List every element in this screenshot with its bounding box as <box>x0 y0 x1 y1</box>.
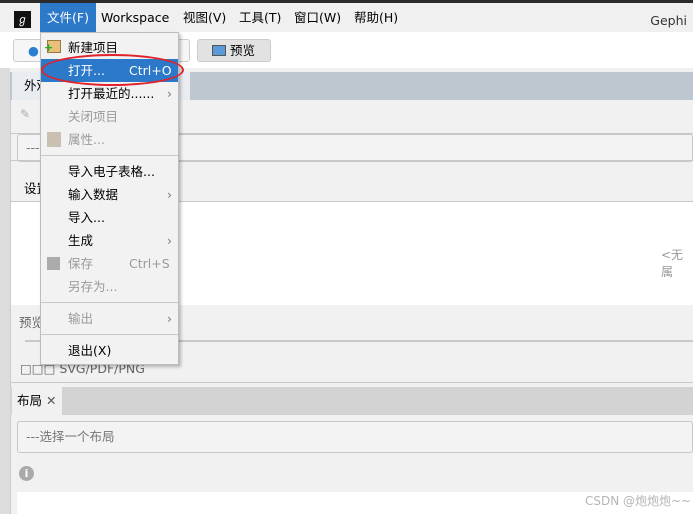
info-icon: i <box>19 466 34 481</box>
file-menu-item: 属性... <box>41 128 178 151</box>
menu-tools[interactable]: 工具(T) <box>232 3 288 32</box>
file-menu-item[interactable]: 导入... <box>41 206 178 229</box>
menu-item-label: 导入电子表格... <box>68 164 155 179</box>
file-menu-item[interactable]: 退出(X) <box>41 339 178 362</box>
menu-separator <box>41 155 178 156</box>
menu-item-label: 属性... <box>68 132 105 147</box>
file-menu-item[interactable]: 输入数据 › <box>41 183 178 206</box>
menu-item-label: 导入... <box>68 210 105 225</box>
menu-item-label: 保存 <box>68 256 94 271</box>
app-title: Gephi <box>650 13 687 28</box>
menu-item-label: 生成 <box>68 233 94 248</box>
chevron-right-icon: › <box>167 311 172 326</box>
menu-help[interactable]: 帮助(H) <box>347 3 405 32</box>
file-menu-item[interactable]: 导入电子表格... <box>41 160 178 183</box>
menu-item-label: 输入数据 <box>68 187 119 202</box>
menu-item-label: 另存为... <box>68 279 118 294</box>
menubar: ℊ 文件(F) Workspace 视图(V) 工具(T) 窗口(W) 帮助(H… <box>0 3 693 32</box>
watermark: CSDN @炮炮炮~~ <box>585 494 692 508</box>
menu-item-label: 退出(X) <box>68 343 112 358</box>
globe-icon: ● <box>28 43 39 58</box>
file-menu-item: 另存为... <box>41 275 178 298</box>
file-menu-item: 保存 Ctrl+S <box>41 252 178 275</box>
file-menu-item: 关闭项目 <box>41 105 178 128</box>
new-project-icon: + <box>44 40 61 54</box>
pencil-icon: ✎ <box>20 107 31 121</box>
layout-combo[interactable]: ---选择一个布局 <box>17 421 693 453</box>
close-icon[interactable]: ✕ <box>46 393 56 408</box>
no-attribute-text: <无属 <box>661 248 684 279</box>
gephi-logo: ℊ <box>14 11 31 28</box>
menu-separator <box>41 302 178 303</box>
monitor-icon <box>212 45 226 56</box>
chevron-right-icon: › <box>167 86 172 101</box>
menu-window[interactable]: 窗口(W) <box>287 3 348 32</box>
chevron-right-icon: › <box>167 233 172 248</box>
menu-item-label: 关闭项目 <box>68 109 119 124</box>
menu-workspace[interactable]: Workspace <box>94 3 176 32</box>
menu-item-shortcut: Ctrl+S <box>129 256 170 271</box>
file-menu-item: 输出 › <box>41 307 178 330</box>
tab-layout[interactable]: 布局 ✕ <box>12 387 62 415</box>
layout-tab-bar <box>10 387 693 415</box>
annotation-ellipse <box>41 54 184 86</box>
background-window-strip <box>0 68 10 514</box>
menu-view[interactable]: 视图(V) <box>176 3 233 32</box>
save-icon <box>47 257 60 270</box>
menu-item-label: 输出 <box>68 311 94 326</box>
properties-icon <box>47 132 61 147</box>
preview-button[interactable]: 预览 <box>197 39 271 62</box>
file-menu-item[interactable]: 生成 › <box>41 229 178 252</box>
chevron-right-icon: › <box>167 187 172 202</box>
menu-file[interactable]: 文件(F) <box>40 3 96 32</box>
menu-separator <box>41 334 178 335</box>
